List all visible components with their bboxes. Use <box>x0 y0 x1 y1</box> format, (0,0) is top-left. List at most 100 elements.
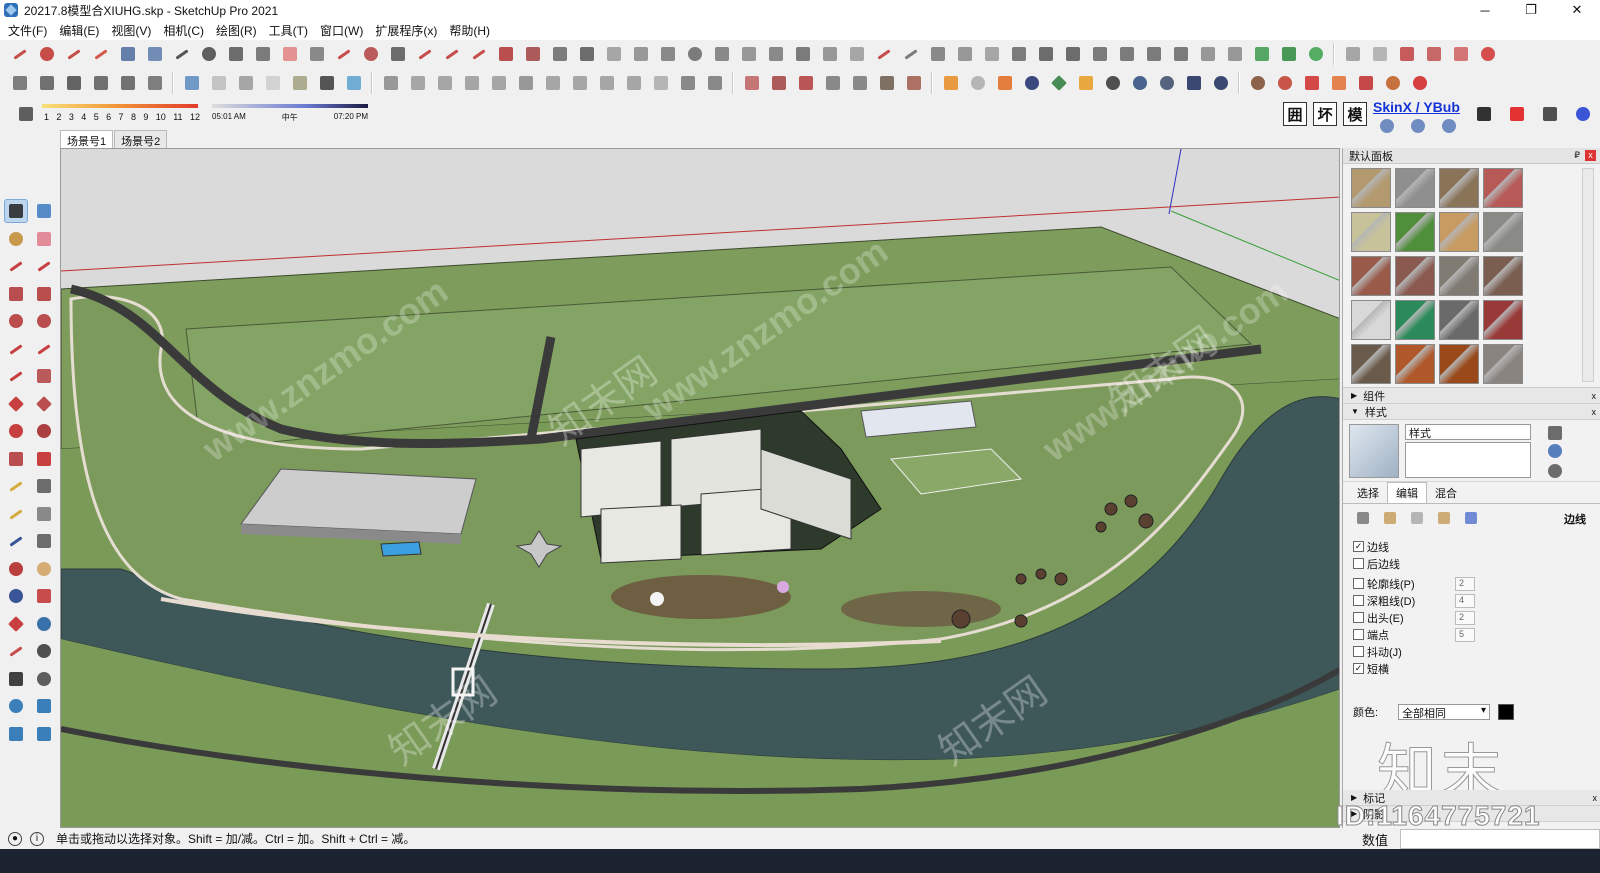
edge-option-checkbox[interactable] <box>1353 629 1364 640</box>
edge-option-value[interactable]: 2 <box>1455 610 1475 625</box>
eraser-icon[interactable] <box>33 228 55 250</box>
cut-line-icon[interactable] <box>171 43 193 65</box>
make-component-icon[interactable] <box>33 200 55 222</box>
pen-icon[interactable] <box>576 43 598 65</box>
create-style-icon[interactable] <box>1544 440 1562 458</box>
library-icon[interactable] <box>1355 72 1377 94</box>
menu-camera[interactable]: 相机(C) <box>157 22 210 39</box>
material-swatch[interactable] <box>1351 168 1391 208</box>
edge-option-checkbox[interactable] <box>1353 558 1364 569</box>
3d-text-icon[interactable] <box>33 530 55 552</box>
red-book-icon[interactable] <box>1301 72 1323 94</box>
monochrome-icon[interactable] <box>343 72 365 94</box>
face-settings-icon[interactable] <box>1381 509 1399 527</box>
mesh-icon[interactable] <box>1116 43 1138 65</box>
front-view-icon[interactable] <box>63 72 85 94</box>
door-icon[interactable] <box>1008 43 1030 65</box>
settings-gear-icon[interactable] <box>1156 72 1178 94</box>
close-button[interactable]: ✕ <box>1554 0 1600 20</box>
help-question-icon[interactable] <box>1572 103 1594 125</box>
menu-extensions[interactable]: 扩展程序(x) <box>369 22 443 39</box>
pen-edit-icon[interactable] <box>1539 103 1561 125</box>
edge-option-checkbox[interactable] <box>1353 646 1364 657</box>
add-circle-icon[interactable] <box>1021 72 1043 94</box>
back-view-icon[interactable] <box>117 72 139 94</box>
three-point-arc-icon[interactable] <box>5 365 27 387</box>
fillet-icon[interactable] <box>414 43 436 65</box>
material-swatch[interactable] <box>1439 300 1479 340</box>
cloud-upload-icon[interactable] <box>1129 72 1151 94</box>
wave-icon[interactable] <box>1143 43 1165 65</box>
select-arrow-icon[interactable] <box>4 199 28 223</box>
drape-icon[interactable] <box>849 72 871 94</box>
shaded-icon[interactable] <box>289 72 311 94</box>
flip-edge-icon[interactable] <box>903 72 925 94</box>
material-swatch[interactable] <box>1395 344 1435 384</box>
skinx-link[interactable]: SkinX / YBub <box>1373 99 1464 115</box>
window-frame-icon[interactable] <box>630 43 652 65</box>
blinds-icon[interactable] <box>596 72 618 94</box>
edge-option-value[interactable]: 4 <box>1455 593 1475 608</box>
material-swatch[interactable] <box>1351 300 1391 340</box>
push-icon[interactable] <box>765 43 787 65</box>
chamfer-icon[interactable] <box>441 43 463 65</box>
move-icon[interactable] <box>5 393 27 415</box>
green-solid-icon[interactable] <box>1278 43 1300 65</box>
line-tool-icon[interactable] <box>9 43 31 65</box>
modeling-settings-icon[interactable] <box>1462 509 1480 527</box>
curve-icon[interactable] <box>90 43 112 65</box>
image-icon[interactable] <box>1328 72 1350 94</box>
tab-select[interactable]: 选择 <box>1349 483 1387 503</box>
circle-point-icon[interactable] <box>36 43 58 65</box>
mail-icon[interactable] <box>1183 72 1205 94</box>
material-swatch[interactable] <box>1351 256 1391 296</box>
column-icon[interactable] <box>711 43 733 65</box>
smoove-icon[interactable] <box>795 72 817 94</box>
update-style-icon[interactable] <box>1544 422 1562 440</box>
hatch-icon[interactable] <box>1062 43 1084 65</box>
grid-icon[interactable] <box>1035 43 1057 65</box>
textured-icon[interactable] <box>316 72 338 94</box>
info-icon[interactable] <box>1210 72 1232 94</box>
watermark-settings-icon[interactable] <box>1435 509 1453 527</box>
menu-tools[interactable]: 工具(T) <box>263 22 314 39</box>
measurements-box[interactable] <box>1400 829 1600 849</box>
arc-tool-icon[interactable] <box>5 338 27 360</box>
edge-option-value[interactable]: 2 <box>1455 576 1475 591</box>
previous-view-icon[interactable] <box>33 613 55 635</box>
material-swatch[interactable] <box>1395 256 1435 296</box>
zoom-extents-icon[interactable] <box>5 613 27 635</box>
grille-icon[interactable] <box>542 72 564 94</box>
orbit-icon[interactable] <box>5 558 27 580</box>
material-swatch[interactable] <box>1439 344 1479 384</box>
edge-option-checkbox[interactable] <box>1353 578 1364 589</box>
pie-icon[interactable] <box>33 365 55 387</box>
pan-hand-icon[interactable] <box>33 558 55 580</box>
style-thumbnail[interactable] <box>1349 424 1399 478</box>
material-swatch[interactable] <box>1439 168 1479 208</box>
render-settings-icon[interactable] <box>1274 72 1296 94</box>
layer-stack-icon[interactable] <box>117 43 139 65</box>
material-swatch[interactable] <box>1483 344 1523 384</box>
menu-file[interactable]: 文件(F) <box>2 22 53 39</box>
window-tool-3-icon[interactable] <box>461 72 483 94</box>
paint-bucket-icon[interactable] <box>5 228 27 250</box>
edge-option-value[interactable]: 5 <box>1455 627 1475 642</box>
window-tool-icon[interactable] <box>407 72 429 94</box>
material-swatch[interactable] <box>1395 300 1435 340</box>
section-close-icon[interactable]: x <box>1593 793 1598 803</box>
menu-window[interactable]: 窗口(W) <box>314 22 369 39</box>
page-copy-icon[interactable] <box>1369 43 1391 65</box>
stop-icon[interactable] <box>1506 103 1528 125</box>
skinx-icon-1[interactable] <box>1376 115 1400 133</box>
tape-measure-icon[interactable] <box>5 475 27 497</box>
detail-icon[interactable] <box>876 72 898 94</box>
plugin-button-1[interactable]: 囲 <box>1283 102 1307 126</box>
top-view-icon[interactable] <box>36 72 58 94</box>
rectangle-icon[interactable] <box>5 283 27 305</box>
minimize-button[interactable]: ─ <box>1462 0 1508 20</box>
material-swatch[interactable] <box>1395 212 1435 252</box>
curtain-icon[interactable] <box>623 72 645 94</box>
menu-help[interactable]: 帮助(H) <box>443 22 496 39</box>
face-icon[interactable] <box>738 43 760 65</box>
